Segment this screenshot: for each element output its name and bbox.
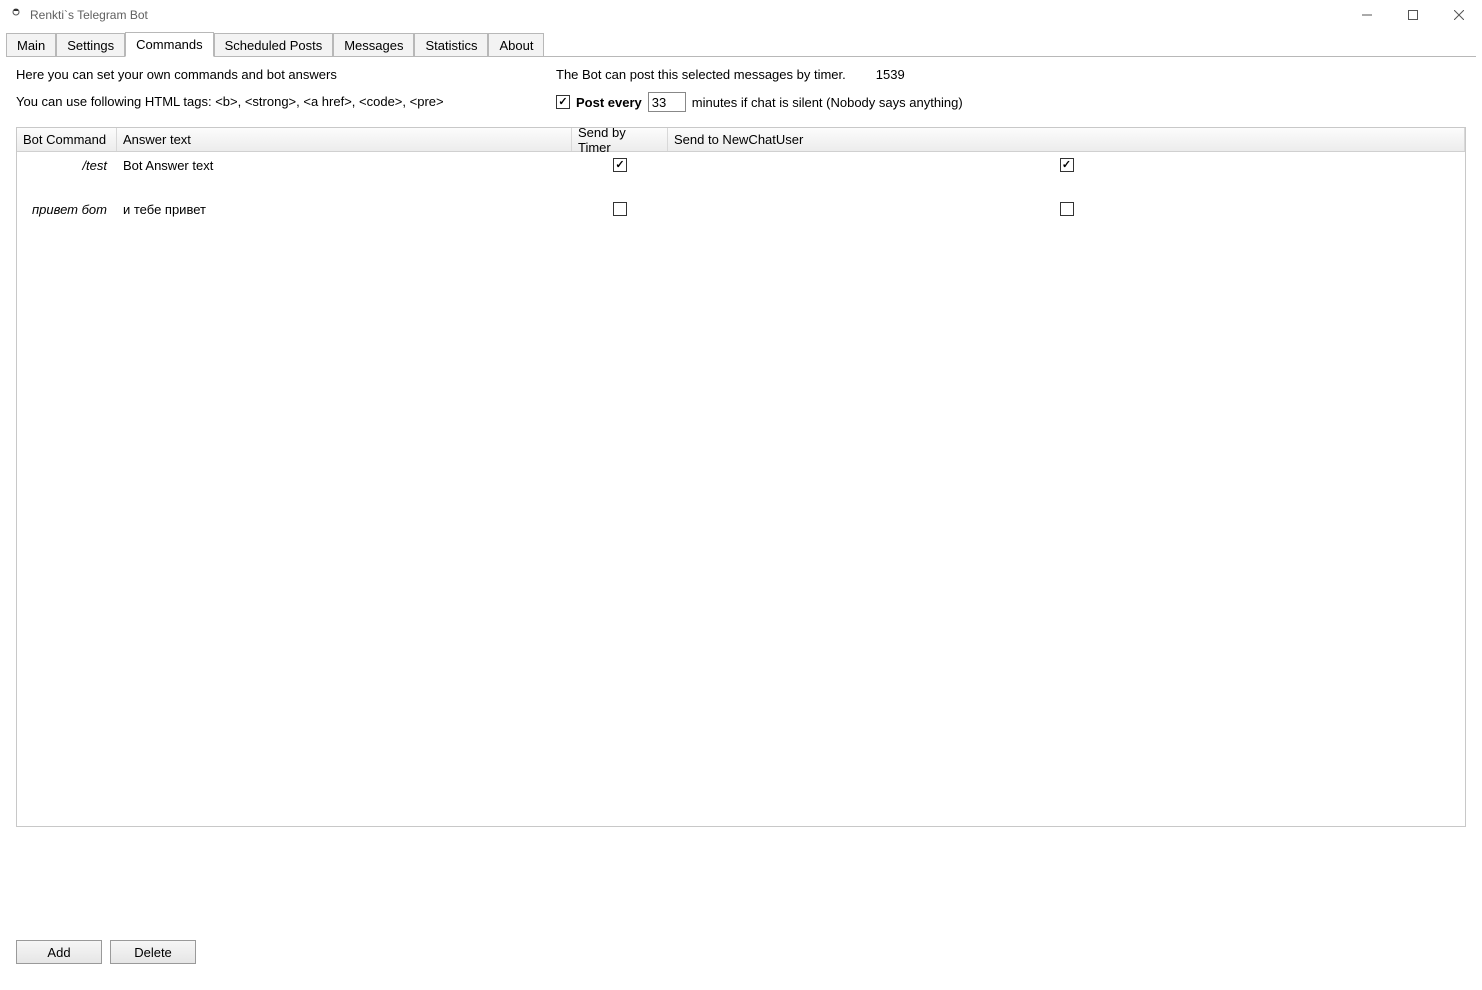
timer-counter: 1539 <box>876 67 905 82</box>
tab-commands[interactable]: Commands <box>125 32 213 57</box>
cell-answer: и тебе привет <box>117 202 572 217</box>
close-button[interactable] <box>1436 0 1482 30</box>
table-header: Bot Command Answer text Send by Timer Se… <box>17 128 1465 152</box>
cell-command: /test <box>17 158 117 173</box>
app-icon <box>8 7 24 23</box>
cell-command: привет бот <box>17 202 117 217</box>
instructions-line2: You can use following HTML tags: <b>, <s… <box>16 94 536 109</box>
tab-settings[interactable]: Settings <box>56 33 125 57</box>
cell-send-by-timer-checkbox[interactable] <box>613 158 627 172</box>
table-row[interactable]: привет бот и тебе привет <box>17 196 1465 240</box>
commands-table: Bot Command Answer text Send by Timer Se… <box>16 127 1466 827</box>
post-every-label: Post every <box>576 95 642 110</box>
header-command[interactable]: Bot Command <box>17 128 117 151</box>
header-timer[interactable]: Send by Timer <box>572 128 668 151</box>
maximize-button[interactable] <box>1390 0 1436 30</box>
post-every-suffix: minutes if chat is silent (Nobody says a… <box>692 95 963 110</box>
instructions: Here you can set your own commands and b… <box>16 67 536 121</box>
delete-button[interactable]: Delete <box>110 940 196 964</box>
tab-messages[interactable]: Messages <box>333 33 414 57</box>
tab-about[interactable]: About <box>488 33 544 57</box>
post-every-input[interactable] <box>648 92 686 112</box>
post-every-checkbox[interactable] <box>556 95 570 109</box>
button-bar: Add Delete <box>16 940 196 964</box>
minimize-button[interactable] <box>1344 0 1390 30</box>
header-answer[interactable]: Answer text <box>117 128 572 151</box>
cell-send-to-newuser-checkbox[interactable] <box>1060 202 1074 216</box>
tab-scheduled-posts[interactable]: Scheduled Posts <box>214 33 334 57</box>
add-button[interactable]: Add <box>16 940 102 964</box>
cell-send-by-timer-checkbox[interactable] <box>613 202 627 216</box>
timer-description: The Bot can post this selected messages … <box>556 67 846 82</box>
window-title: Renkti`s Telegram Bot <box>30 8 148 22</box>
timer-panel: The Bot can post this selected messages … <box>556 67 963 121</box>
window-controls <box>1344 0 1482 30</box>
table-body: /test Bot Answer text привет бот и тебе … <box>17 152 1465 240</box>
tab-main[interactable]: Main <box>6 33 56 57</box>
tab-statistics[interactable]: Statistics <box>414 33 488 57</box>
table-row[interactable]: /test Bot Answer text <box>17 152 1465 196</box>
tab-bar: Main Settings Commands Scheduled Posts M… <box>0 30 1482 56</box>
instructions-line1: Here you can set your own commands and b… <box>16 67 536 82</box>
titlebar: Renkti`s Telegram Bot <box>0 0 1482 30</box>
upper-panel: Here you can set your own commands and b… <box>6 67 1476 121</box>
cell-answer: Bot Answer text <box>117 158 572 173</box>
tab-content: Here you can set your own commands and b… <box>6 56 1476 980</box>
header-newuser[interactable]: Send to NewChatUser <box>668 128 1465 151</box>
cell-send-to-newuser-checkbox[interactable] <box>1060 158 1074 172</box>
